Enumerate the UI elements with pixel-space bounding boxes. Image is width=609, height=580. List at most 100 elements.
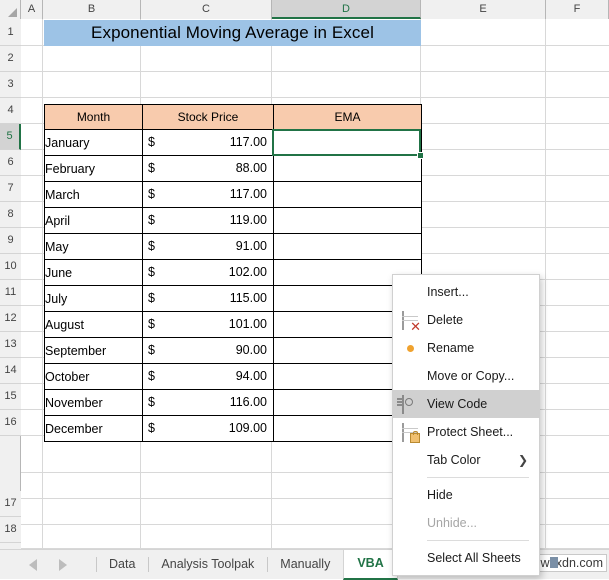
table-row: July $ 115.00 bbox=[44, 285, 422, 312]
view-code-icon bbox=[393, 390, 427, 418]
menu-item-label: Hide bbox=[427, 488, 453, 502]
cell-stock-price[interactable]: $ 116.00 bbox=[142, 389, 274, 416]
currency-symbol: $ bbox=[148, 187, 155, 201]
row-header-10[interactable]: 10 bbox=[0, 254, 21, 280]
cell-month[interactable]: October bbox=[44, 363, 143, 390]
menu-item-protect-sheet[interactable]: Protect Sheet... bbox=[393, 418, 539, 446]
column-header-a[interactable]: A bbox=[21, 0, 43, 19]
row-header-18[interactable]: 18 bbox=[0, 517, 21, 543]
sheet-tab-manually[interactable]: Manually bbox=[267, 550, 343, 578]
cell-month[interactable]: November bbox=[44, 389, 143, 416]
sheet-tabs: Data Analysis Toolpak Manually VBA bbox=[96, 550, 432, 580]
cell-stock-price[interactable]: $ 109.00 bbox=[142, 415, 274, 442]
row-header-8[interactable]: 8 bbox=[0, 202, 21, 228]
row-header-1[interactable]: 1 bbox=[0, 19, 21, 46]
column-header-b[interactable]: B bbox=[43, 0, 141, 19]
cell-ema[interactable] bbox=[273, 233, 422, 260]
cell-month[interactable]: August bbox=[44, 311, 143, 338]
currency-symbol: $ bbox=[148, 161, 155, 175]
sheet-navigation-arrows[interactable] bbox=[0, 550, 96, 580]
row-header-4[interactable]: 4 bbox=[0, 98, 21, 124]
row-header-5[interactable]: 5 bbox=[0, 124, 21, 150]
next-sheet-icon[interactable] bbox=[59, 559, 67, 571]
row-header-2[interactable]: 2 bbox=[0, 46, 21, 72]
cell-stock-price[interactable]: $ 94.00 bbox=[142, 363, 274, 390]
sheet-tab-analysis-toolpak[interactable]: Analysis Toolpak bbox=[148, 550, 267, 578]
cell-month[interactable]: December bbox=[44, 415, 143, 442]
column-header-d[interactable]: D bbox=[272, 0, 421, 19]
row-header-13[interactable]: 13 bbox=[0, 332, 21, 358]
cell-month[interactable]: February bbox=[44, 155, 143, 182]
menu-item-select-all-sheets[interactable]: Select All Sheets bbox=[393, 544, 539, 572]
grid-line bbox=[42, 19, 43, 549]
row-header-17[interactable]: 17 bbox=[0, 491, 21, 517]
cell-stock-price[interactable]: $ 101.00 bbox=[142, 311, 274, 338]
row-header-7[interactable]: 7 bbox=[0, 176, 21, 202]
selected-cell-d5[interactable] bbox=[272, 129, 421, 156]
menu-separator bbox=[427, 540, 529, 541]
cell-month[interactable]: January bbox=[44, 129, 143, 156]
cell-stock-price[interactable]: $ 117.00 bbox=[142, 129, 274, 156]
currency-symbol: $ bbox=[148, 265, 155, 279]
currency-symbol: $ bbox=[148, 343, 155, 357]
cell-month[interactable]: April bbox=[44, 207, 143, 234]
cell-month[interactable]: July bbox=[44, 285, 143, 312]
cell-month[interactable]: September bbox=[44, 337, 143, 364]
title-banner[interactable]: Exponential Moving Average in Excel bbox=[44, 20, 421, 46]
menu-item-label: Unhide... bbox=[427, 516, 478, 530]
grid-line bbox=[21, 97, 609, 98]
select-all-corner[interactable] bbox=[0, 0, 21, 19]
cell-ema[interactable] bbox=[273, 207, 422, 234]
row-header-6[interactable]: 6 bbox=[0, 150, 21, 176]
row-header-bar: 1 2 3 4 5 6 7 8 9 10 11 12 13 14 15 16 1… bbox=[0, 19, 21, 569]
menu-item-insert[interactable]: Insert... bbox=[393, 278, 539, 306]
fill-handle[interactable] bbox=[417, 152, 424, 159]
cell-month[interactable]: June bbox=[44, 259, 143, 286]
row-header-3[interactable]: 3 bbox=[0, 72, 21, 98]
cell-ema[interactable] bbox=[273, 181, 422, 208]
price-value: 117.00 bbox=[229, 187, 267, 201]
cell-stock-price[interactable]: $ 90.00 bbox=[142, 337, 274, 364]
move-or-copy-icon-slot bbox=[393, 362, 427, 390]
column-header-stock-price[interactable]: Stock Price bbox=[142, 104, 274, 130]
column-header-ema[interactable]: EMA bbox=[273, 104, 422, 130]
column-header-f[interactable]: F bbox=[546, 0, 609, 19]
menu-item-move-or-copy[interactable]: Move or Copy... bbox=[393, 362, 539, 390]
cell-month[interactable]: March bbox=[44, 181, 143, 208]
cell-stock-price[interactable]: $ 115.00 bbox=[142, 285, 274, 312]
price-value: 115.00 bbox=[229, 291, 267, 305]
cell-stock-price[interactable]: $ 91.00 bbox=[142, 233, 274, 260]
menu-item-view-code[interactable]: View Code bbox=[393, 390, 539, 418]
currency-symbol: $ bbox=[148, 421, 155, 435]
row-header-15[interactable]: 15 bbox=[0, 384, 21, 410]
row-header-12[interactable]: 12 bbox=[0, 306, 21, 332]
cell-month[interactable]: May bbox=[44, 233, 143, 260]
price-value: 102.00 bbox=[228, 265, 267, 279]
previous-sheet-icon[interactable] bbox=[29, 559, 37, 571]
row-header-14[interactable]: 14 bbox=[0, 358, 21, 384]
sheet-tab-data[interactable]: Data bbox=[96, 550, 148, 578]
menu-item-delete[interactable]: ✕ Delete bbox=[393, 306, 539, 334]
menu-item-hide[interactable]: Hide bbox=[393, 481, 539, 509]
menu-item-label: Move or Copy... bbox=[427, 369, 515, 383]
sheet-tab-vba[interactable]: VBA bbox=[343, 550, 398, 580]
cell-stock-price[interactable]: $ 88.00 bbox=[142, 155, 274, 182]
row-header-9[interactable]: 9 bbox=[0, 228, 21, 254]
row-header-11[interactable]: 11 bbox=[0, 280, 21, 306]
column-header-e[interactable]: E bbox=[421, 0, 546, 19]
sheet-context-menu[interactable]: Insert... ✕ Delete Rename Move or Copy..… bbox=[392, 274, 540, 576]
menu-item-label: View Code bbox=[427, 397, 488, 411]
row-header-16[interactable]: 16 bbox=[0, 410, 21, 436]
rename-icon bbox=[393, 334, 427, 362]
protect-sheet-icon bbox=[393, 418, 427, 446]
cell-ema[interactable] bbox=[273, 155, 422, 182]
menu-item-rename[interactable]: Rename bbox=[393, 334, 539, 362]
menu-item-tab-color[interactable]: Tab Color ❯ bbox=[393, 446, 539, 474]
column-header-month[interactable]: Month bbox=[44, 104, 143, 130]
cell-stock-price[interactable]: $ 119.00 bbox=[142, 207, 274, 234]
menu-item-label: Select All Sheets bbox=[427, 551, 521, 565]
column-header-c[interactable]: C bbox=[141, 0, 272, 19]
cell-stock-price[interactable]: $ 102.00 bbox=[142, 259, 274, 286]
cell-stock-price[interactable]: $ 117.00 bbox=[142, 181, 274, 208]
currency-symbol: $ bbox=[148, 395, 155, 409]
